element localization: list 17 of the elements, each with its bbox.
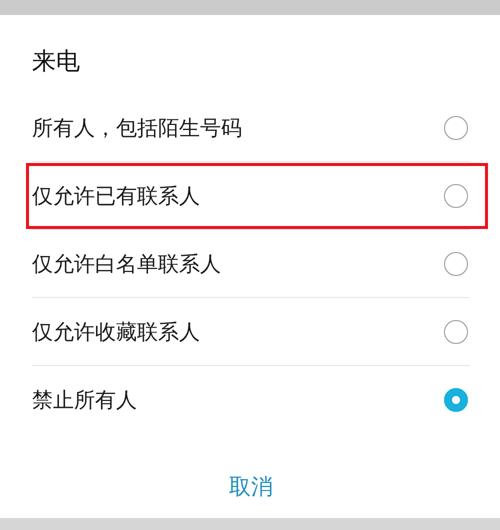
option-row[interactable]: 所有人，包括陌生号码	[32, 94, 470, 162]
radio-button[interactable]	[444, 252, 468, 276]
option-row[interactable]: 仅允许已有联系人	[32, 162, 470, 230]
option-row[interactable]: 禁止所有人	[32, 366, 470, 434]
option-row[interactable]: 仅允许收藏联系人	[32, 298, 470, 366]
option-label: 仅允许白名单联系人	[32, 250, 221, 278]
option-row[interactable]: 仅允许白名单联系人	[32, 230, 470, 298]
option-label: 所有人，包括陌生号码	[32, 114, 242, 142]
radio-button[interactable]	[444, 320, 468, 344]
radio-button[interactable]	[444, 116, 468, 140]
option-label: 仅允许收藏联系人	[32, 318, 200, 346]
radio-button[interactable]	[444, 388, 468, 412]
radio-button[interactable]	[444, 184, 468, 208]
dialog-title: 来电	[32, 46, 81, 77]
option-label: 仅允许已有联系人	[32, 182, 200, 210]
cancel-button[interactable]: 取消	[213, 466, 289, 508]
option-label: 禁止所有人	[32, 387, 137, 414]
